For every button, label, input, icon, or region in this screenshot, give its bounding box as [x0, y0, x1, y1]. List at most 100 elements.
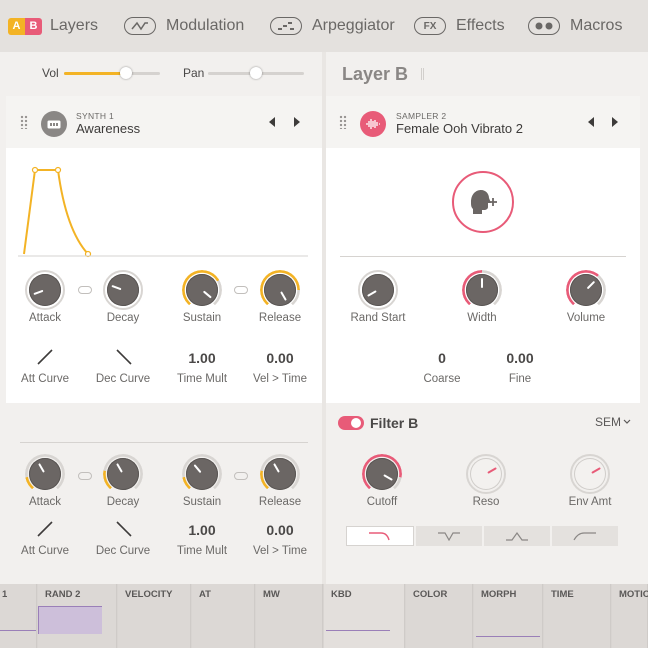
mod-source-at[interactable]: AT	[192, 584, 255, 648]
knob-body	[107, 458, 139, 490]
filter-notch-button[interactable]	[416, 526, 482, 546]
sampler-prev-icon[interactable]	[588, 117, 594, 127]
rand-mod-trace	[38, 606, 102, 634]
mod-source-label: 1	[2, 589, 8, 600]
knob-body	[574, 458, 606, 490]
chevron-down-icon	[623, 419, 631, 424]
mod-trace-1	[0, 630, 36, 631]
knob-body	[264, 274, 296, 306]
filter-cutoff-knob[interactable]	[362, 454, 402, 494]
env1-release-knob[interactable]	[260, 270, 300, 310]
layer-b-grip-icon	[421, 68, 424, 80]
knob-body	[107, 274, 139, 306]
dec-curve-icon[interactable]	[115, 348, 133, 366]
att-curve-label: Att Curve	[21, 373, 69, 385]
vol-label: Vol	[42, 66, 59, 80]
sampler-volume-knob[interactable]	[566, 270, 606, 310]
mod-source-label: AT	[199, 589, 211, 600]
mod-source-time[interactable]: TIME	[544, 584, 611, 648]
sampler-next-icon[interactable]	[612, 117, 618, 127]
filter-env-amt-knob[interactable]	[570, 454, 610, 494]
knob-body	[366, 458, 398, 490]
mod-source-kbd[interactable]: KBD	[324, 584, 405, 648]
synth-engine-type: SYNTH 1	[76, 111, 114, 121]
prev-engine-icon[interactable]	[269, 117, 275, 127]
link-icon[interactable]	[78, 472, 92, 480]
env2-knob-label: Decay	[106, 496, 140, 508]
env2-knob-label: Attack	[29, 496, 61, 508]
sampler-knob-label: Rand Start	[350, 312, 406, 324]
env2-att-curve-icon[interactable]	[36, 520, 54, 538]
macros-knobs-icon	[528, 17, 560, 35]
filter-b-toggle[interactable]	[338, 416, 364, 430]
knob-body	[570, 274, 602, 306]
nav-tab-modulation[interactable]: Modulation	[124, 14, 244, 38]
mod-source-label: MORPH	[481, 589, 517, 600]
kbd-mod-trace	[326, 630, 390, 631]
mod-source-label: RAND 2	[45, 589, 81, 600]
link-icon[interactable]	[78, 286, 92, 294]
sampler-engine-name[interactable]: Female Ooh Vibrato 2	[396, 121, 523, 136]
env2-knob-label: Sustain	[182, 496, 222, 508]
envelope-graph[interactable]	[18, 160, 308, 260]
filter-shape-selector	[346, 526, 618, 546]
filter-highpass-button[interactable]	[552, 526, 618, 546]
mod-source-mw[interactable]: MW	[256, 584, 323, 648]
sampler-rand-start-knob[interactable]	[358, 270, 398, 310]
env1-knob-label: Attack	[29, 312, 61, 324]
mod-source-velocity[interactable]: VELOCITY	[118, 584, 191, 648]
mod-source-1[interactable]: 1	[0, 584, 37, 648]
nav-macros-label: Macros	[570, 17, 623, 34]
arpeggiator-steps-icon	[270, 17, 302, 35]
env2-decay-knob[interactable]	[103, 454, 143, 494]
env1-sustain-knob[interactable]	[182, 270, 222, 310]
nav-tab-layers[interactable]: A B Layers	[8, 14, 98, 38]
env2-attack-knob[interactable]	[25, 454, 65, 494]
vel-time-label: Vel > Time	[252, 373, 307, 385]
env1-attack-knob[interactable]	[25, 270, 65, 310]
nav-tab-effects[interactable]: FX Effects	[414, 14, 505, 38]
knob-body	[29, 458, 61, 490]
knob-body	[362, 274, 394, 306]
att-curve-icon[interactable]	[36, 348, 54, 366]
filter-type-select[interactable]: SEM	[595, 415, 631, 429]
sampler-width-knob[interactable]	[462, 270, 502, 310]
next-engine-icon[interactable]	[294, 117, 300, 127]
sampler-waveform-icon	[360, 111, 386, 137]
env2-dec-curve-icon[interactable]	[115, 520, 133, 538]
mod-source-color[interactable]: COLOR	[406, 584, 473, 648]
filter-reso-knob[interactable]	[466, 454, 506, 494]
nav-tab-arpeggiator[interactable]: Arpeggiator	[270, 14, 395, 38]
env1-knob-label: Release	[258, 312, 302, 324]
link-icon[interactable]	[234, 286, 248, 294]
synth-engine-name[interactable]: Awareness	[76, 121, 140, 136]
notch-shape-icon	[438, 532, 460, 541]
knob-body	[29, 274, 61, 306]
nav-layers-label: Layers	[50, 17, 99, 34]
mod-source-motio[interactable]: MOTIO	[612, 584, 648, 648]
nav-tab-macros[interactable]: Macros	[528, 14, 622, 38]
pan-label: Pan	[183, 66, 205, 80]
vol-slider[interactable]	[64, 72, 160, 75]
mod-source-label: MOTIO	[619, 589, 648, 600]
sampler-knob-label: Width	[467, 312, 497, 324]
env2-dec-curve-label: Dec Curve	[95, 545, 151, 557]
drag-handle-icon[interactable]	[20, 115, 28, 129]
sampler-engine-type: SAMPLER 2	[396, 111, 447, 121]
env1-knob-label: Sustain	[182, 312, 222, 324]
env1-decay-knob[interactable]	[103, 270, 143, 310]
env2-sustain-knob[interactable]	[182, 454, 222, 494]
mod-source-morph[interactable]: MORPH	[474, 584, 543, 648]
mod-source-label: KBD	[331, 589, 352, 600]
mod-source-label: VELOCITY	[125, 589, 173, 600]
env2-release-knob[interactable]	[260, 454, 300, 494]
filter-lowpass-button[interactable]	[346, 526, 414, 546]
link-icon[interactable]	[234, 472, 248, 480]
filter-bandpass-button[interactable]	[484, 526, 550, 546]
add-sample-voice-icon[interactable]	[452, 171, 514, 233]
sampler-drag-handle-icon[interactable]	[339, 115, 347, 129]
env2-knob-label: Release	[258, 496, 302, 508]
pan-slider-thumb[interactable]	[250, 67, 262, 79]
sampler-knob-label: Volume	[566, 312, 606, 324]
nav-effects-label: Effects	[456, 17, 505, 34]
